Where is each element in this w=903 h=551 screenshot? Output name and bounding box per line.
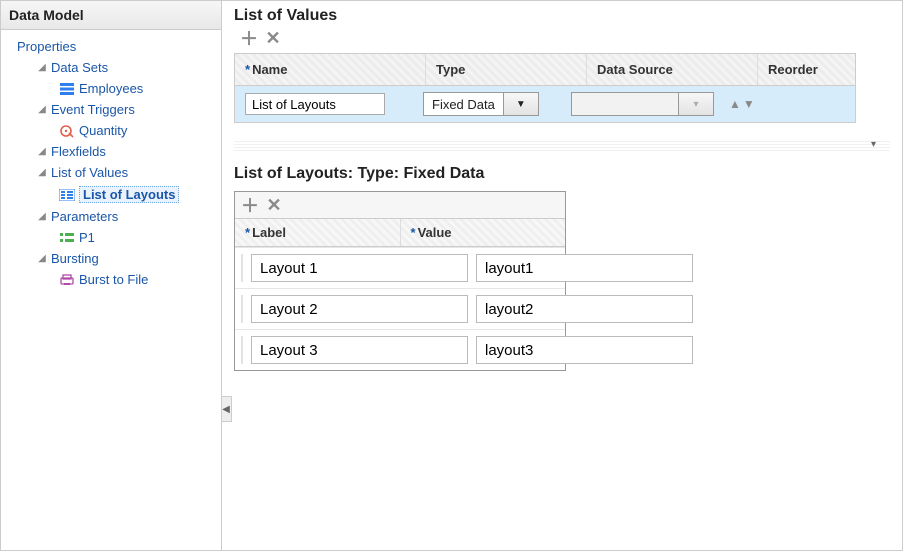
tree-root[interactable]: Properties [11, 36, 217, 57]
chevron-down-icon: ▾ [871, 139, 876, 150]
fixed-data-header: *Label *Value [235, 219, 565, 247]
lov-icon [59, 188, 75, 202]
tree-item-list-of-layouts[interactable]: List of Layouts [11, 183, 217, 206]
col-value: *Value [401, 219, 566, 246]
sidebar-collapse-handle[interactable]: ◀ [222, 396, 232, 422]
collapse-icon[interactable]: ◢ [37, 254, 47, 264]
label-input[interactable] [251, 254, 468, 282]
datasets-icon [59, 82, 75, 96]
lov-table-header: *Name Type Data Source Reorder [235, 54, 855, 86]
collapse-icon[interactable]: ◢ [37, 105, 47, 115]
row-handle-icon[interactable] [241, 254, 243, 282]
tree-group-data-sets[interactable]: ◢ Data Sets [11, 57, 217, 78]
tree-group-bursting[interactable]: ◢ Bursting [11, 248, 217, 269]
move-up-icon[interactable]: ▲ [729, 97, 741, 111]
row-handle-icon[interactable] [241, 295, 243, 323]
fixed-data-row[interactable] [235, 247, 565, 288]
chevron-down-icon: ▾ [678, 93, 713, 115]
horizontal-splitter[interactable]: ▾ [234, 141, 890, 151]
delete-row-icon[interactable]: ✕ [265, 196, 283, 214]
col-data-source: Data Source [587, 54, 758, 85]
lov-datasource-select: ▾ [571, 92, 714, 116]
label-input[interactable] [251, 295, 468, 323]
lov-table-row[interactable]: Fixed Data▼ ▾ ▲ ▼ [235, 86, 855, 122]
lov-name-input[interactable] [245, 93, 385, 115]
col-reorder: Reorder [758, 54, 855, 85]
tree: Properties ◢ Data Sets Employees ◢ Event… [1, 30, 221, 296]
tree-group-list-of-values[interactable]: ◢ List of Values [11, 162, 217, 183]
lov-type-select[interactable]: Fixed Data▼ [423, 92, 539, 116]
tree-item-burst-to-file[interactable]: Burst to File [11, 269, 217, 290]
value-input[interactable] [476, 336, 693, 364]
trigger-icon [59, 124, 75, 138]
chevron-down-icon: ▼ [503, 93, 538, 115]
sidebar: Data Model Properties ◢ Data Sets Employ… [1, 1, 222, 550]
tree-item-quantity[interactable]: Quantity [11, 120, 217, 141]
label-input[interactable] [251, 336, 468, 364]
tree-item-employees[interactable]: Employees [11, 78, 217, 99]
lov-section-title: List of Values [234, 7, 890, 25]
delete-lov-icon[interactable]: ✕ [264, 29, 282, 47]
lov-table: *Name Type Data Source Reorder Fixed Dat… [234, 53, 856, 123]
collapse-icon[interactable]: ◢ [37, 63, 47, 73]
fixed-data-row[interactable] [235, 288, 565, 329]
tree-group-event-triggers[interactable]: ◢ Event Triggers [11, 99, 217, 120]
collapse-icon[interactable]: ◢ [37, 147, 47, 157]
value-input[interactable] [476, 295, 693, 323]
col-label: *Label [235, 219, 401, 246]
collapse-icon[interactable]: ◢ [37, 168, 47, 178]
tree-group-flexfields[interactable]: ◢ Flexfields [11, 141, 217, 162]
col-name: *Name [235, 54, 426, 85]
detail-title: List of Layouts: Type: Fixed Data [234, 165, 890, 183]
main-panel: ◀ List of Values ＋ ✕ *Name Type Data Sou… [222, 1, 902, 550]
fixed-data-row[interactable] [235, 329, 565, 370]
move-down-icon[interactable]: ▼ [743, 97, 755, 111]
burst-icon [59, 273, 75, 287]
tree-item-p1[interactable]: P1 [11, 227, 217, 248]
param-icon [59, 231, 75, 245]
sidebar-title: Data Model [1, 1, 221, 30]
tree-group-parameters[interactable]: ◢ Parameters [11, 206, 217, 227]
row-handle-icon[interactable] [241, 336, 243, 364]
value-input[interactable] [476, 254, 693, 282]
add-row-icon[interactable]: ＋ [241, 196, 259, 214]
col-type: Type [426, 54, 587, 85]
add-lov-icon[interactable]: ＋ [240, 29, 258, 47]
collapse-icon[interactable]: ◢ [37, 212, 47, 222]
fixed-data-panel: ＋ ✕ *Label *Value [234, 191, 566, 371]
